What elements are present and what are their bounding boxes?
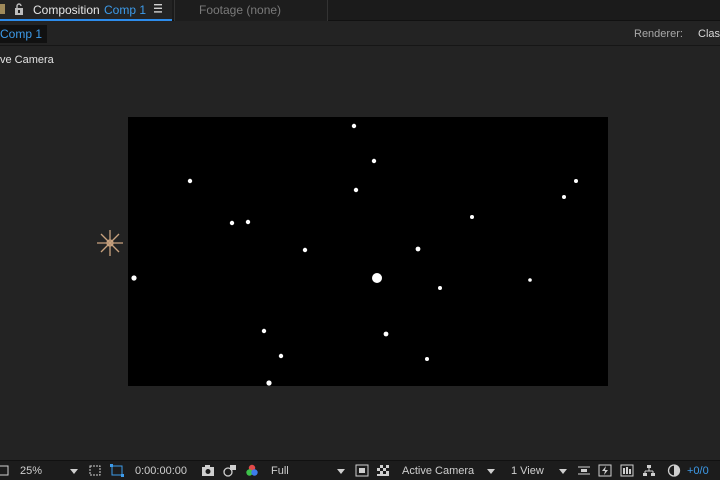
chevron-down-icon[interactable] <box>337 469 345 474</box>
timeline-icon[interactable] <box>620 464 634 477</box>
composition-viewer[interactable]: ve Camera <box>0 47 720 460</box>
particle <box>383 331 389 337</box>
toggle-pixel-aspect-icon[interactable] <box>577 464 591 477</box>
snapshot-icon[interactable] <box>201 464 215 477</box>
panel-tab-bar: Composition Comp 1 Footage (none) <box>0 0 720 21</box>
region-of-interest-icon[interactable] <box>88 464 102 477</box>
particle <box>261 328 267 334</box>
current-time[interactable]: 0:00:00:00 <box>135 465 187 477</box>
view-layout-select[interactable]: 1 View <box>511 465 544 477</box>
particle <box>278 353 284 359</box>
tab-composition-label: Composition <box>33 3 100 17</box>
particle <box>425 357 429 361</box>
toggle-mask-icon[interactable] <box>110 464 124 477</box>
composition-navigator-bar: Comp 1 Renderer: Clas <box>0 22 720 46</box>
particle <box>245 219 251 225</box>
exposure-icon[interactable] <box>667 464 681 477</box>
toggle-transparency-grid-icon[interactable] <box>376 464 390 477</box>
magnification-select[interactable]: 25% <box>20 465 42 477</box>
lock-icon[interactable] <box>14 3 24 15</box>
particle <box>371 158 377 164</box>
particle <box>302 247 308 253</box>
particle <box>187 178 193 184</box>
view-select[interactable]: Active Camera <box>402 465 474 477</box>
chevron-down-icon[interactable] <box>559 469 567 474</box>
exposure-value[interactable]: +0/0 <box>687 465 709 477</box>
panel-menu-icon[interactable] <box>154 4 162 13</box>
tab-composition[interactable]: Composition Comp 1 <box>0 0 172 21</box>
renderer-label: Renderer: <box>634 28 683 40</box>
particle <box>351 123 357 129</box>
fast-previews-icon[interactable] <box>355 464 369 477</box>
light-icon[interactable] <box>96 229 124 257</box>
particle-large <box>372 273 382 283</box>
particle <box>353 187 359 193</box>
particle <box>438 286 442 290</box>
particle <box>562 195 566 199</box>
resolution-select[interactable]: Full <box>271 465 289 477</box>
tab-footage-label: Footage (none) <box>199 3 282 17</box>
tab-composition-name[interactable]: Comp 1 <box>104 3 146 17</box>
particle <box>266 380 272 386</box>
flowchart-icon[interactable] <box>642 464 656 477</box>
chevron-down-icon[interactable] <box>70 469 78 474</box>
chevron-down-icon[interactable] <box>487 469 495 474</box>
particle <box>415 246 421 252</box>
particle <box>470 215 474 219</box>
fast-previews-lightning-icon[interactable] <box>598 464 612 477</box>
show-snapshot-icon[interactable] <box>223 464 237 477</box>
color-channels-icon[interactable] <box>245 464 259 477</box>
always-preview-icon[interactable] <box>0 464 10 477</box>
particle <box>574 179 578 183</box>
particle <box>131 275 137 281</box>
panel-color-swatch <box>0 4 5 14</box>
renderer-value[interactable]: Clas <box>698 28 720 40</box>
particle <box>528 278 532 282</box>
particle <box>229 220 235 226</box>
comp-breadcrumb[interactable]: Comp 1 <box>0 25 47 43</box>
viewer-bottom-toolbar: 25% 0:00:00:00 Full Active Camera 1 View… <box>0 460 720 480</box>
